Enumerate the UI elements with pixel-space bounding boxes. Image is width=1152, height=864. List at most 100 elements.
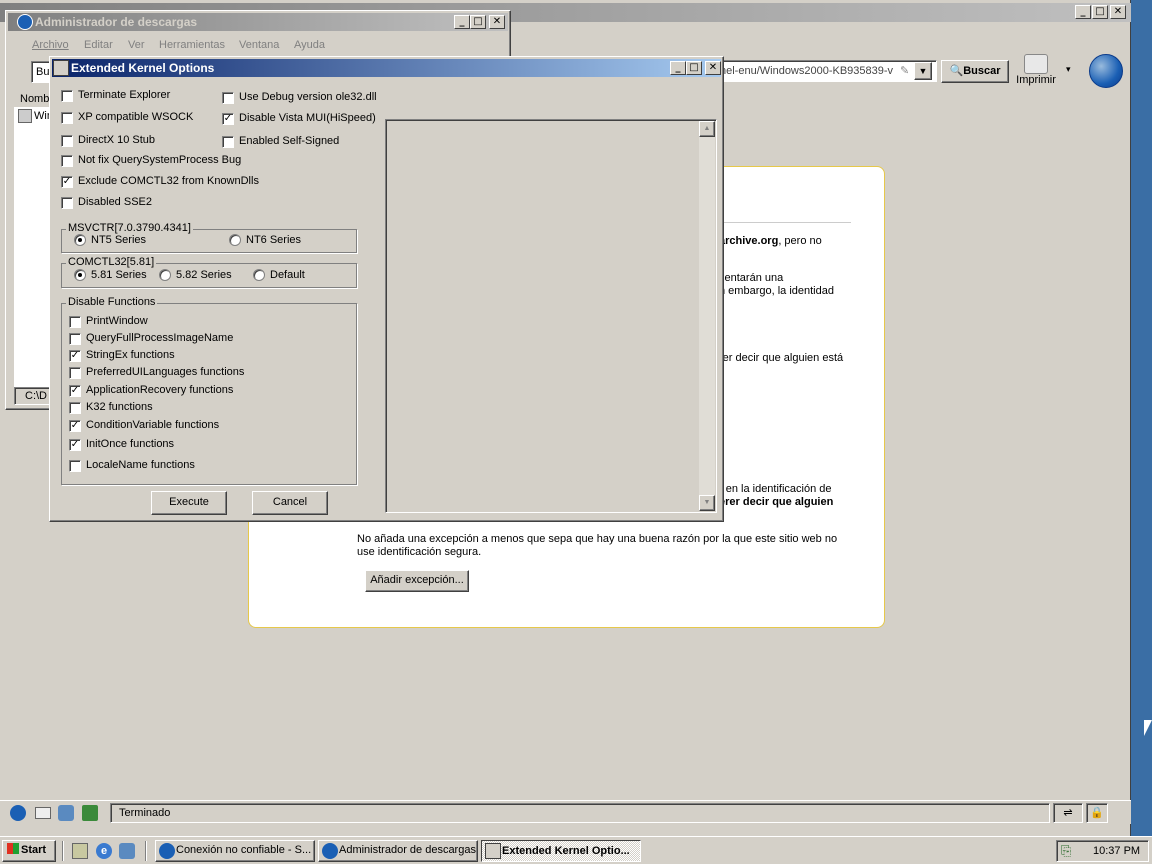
start-button[interactable]: Start xyxy=(2,840,56,862)
log-panel[interactable]: ▲ ▼ xyxy=(385,119,717,513)
dm-app-icon xyxy=(17,14,33,30)
label-stringex: StringEx functions xyxy=(86,349,175,361)
checkbox-k32[interactable] xyxy=(69,402,81,414)
print-dropdown-icon[interactable]: ▾ xyxy=(1066,64,1071,75)
page-text-1: archive.org, pero no xyxy=(719,235,822,247)
separator-line xyxy=(719,222,851,223)
radio-nt5[interactable] xyxy=(74,234,86,246)
radio-582[interactable] xyxy=(159,269,171,281)
dm-column-header[interactable]: Nombr xyxy=(14,91,54,107)
log-scrollbar[interactable]: ▲ ▼ xyxy=(699,121,715,511)
label-debug-ole32: Use Debug version ole32.dll xyxy=(239,91,377,103)
dm-maximize-button[interactable]: □ xyxy=(470,15,486,29)
scroll-down-button[interactable]: ▼ xyxy=(699,495,715,511)
cancel-button[interactable]: Cancel xyxy=(252,491,328,515)
browser-close-button[interactable]: ✕ xyxy=(1110,5,1126,19)
search-button[interactable]: 🔍Buscar xyxy=(941,60,1009,83)
page-text-2: sentarán una xyxy=(719,272,784,284)
execute-button[interactable]: Execute xyxy=(151,491,227,515)
url-dropdown-button[interactable]: ▼ xyxy=(914,62,932,80)
checkbox-printwindow[interactable] xyxy=(69,316,81,328)
dm-search-prefix: Bu xyxy=(36,66,50,78)
dm-menubar: Archivo Editar Ver Herramientas Ventana … xyxy=(10,37,490,55)
tasks-separator xyxy=(145,841,147,861)
label-conditionvariable: ConditionVariable functions xyxy=(86,419,220,431)
print-button[interactable]: Imprimir xyxy=(1012,52,1060,92)
checkbox-conditionvariable[interactable]: ✓ xyxy=(69,420,81,432)
network-tray-icon[interactable]: ⎘ xyxy=(1061,843,1077,859)
menu-ventana[interactable]: Ventana xyxy=(239,39,279,51)
file-icon xyxy=(18,109,32,123)
dm-title: Administrador de descargas xyxy=(35,15,198,29)
checkbox-disabled-sse2[interactable] xyxy=(61,197,73,209)
add-exception-button[interactable]: Añadir excepción... xyxy=(365,570,469,592)
menu-archivo[interactable]: Archivo xyxy=(32,39,69,51)
radio-581[interactable] xyxy=(74,269,86,281)
checkbox-preferreduilanguages[interactable] xyxy=(69,367,81,379)
task-browser-icon xyxy=(159,843,175,859)
comctl-group-label: COMCTL32[5.81] xyxy=(66,256,157,268)
clock[interactable]: 10:37 PM xyxy=(1093,845,1140,857)
outlook-icon[interactable] xyxy=(119,843,135,859)
dm-minimize-button[interactable]: _ xyxy=(454,15,470,29)
print-label: Imprimir xyxy=(1016,74,1056,86)
status-online-icon: ⇌ xyxy=(1053,803,1083,823)
task-download-manager[interactable]: Administrador de descargas xyxy=(318,840,478,862)
menu-ayuda[interactable]: Ayuda xyxy=(294,39,325,51)
chat-icon[interactable] xyxy=(58,805,74,821)
checkbox-not-fix-qsp[interactable] xyxy=(61,155,73,167)
task-kernel-options[interactable]: Extended Kernel Optio... xyxy=(481,840,641,862)
label-581: 5.81 Series xyxy=(91,269,147,281)
browser-maximize-button[interactable]: □ xyxy=(1092,5,1108,19)
browser-minimize-button[interactable]: _ xyxy=(1075,5,1091,19)
scroll-up-button[interactable]: ▲ xyxy=(699,121,715,137)
checkbox-xp-wsock[interactable] xyxy=(61,112,73,124)
menu-ver[interactable]: Ver xyxy=(128,39,145,51)
dialog-titlebar[interactable]: Extended Kernel Options xyxy=(52,59,721,77)
composer-icon[interactable] xyxy=(82,805,98,821)
checkbox-directx10[interactable] xyxy=(61,135,73,147)
label-default: Default xyxy=(270,269,305,281)
page-text-5: r en la identificación de xyxy=(719,483,832,495)
checkbox-disable-vista-mui[interactable]: ✓ xyxy=(222,113,234,125)
label-nt6: NT6 Series xyxy=(246,234,302,246)
checkbox-terminate-explorer[interactable] xyxy=(61,90,73,102)
status-text-panel: Terminado xyxy=(110,803,1050,823)
windows-logo-icon xyxy=(7,843,19,854)
show-desktop-icon[interactable] xyxy=(72,843,88,859)
label-xp-wsock: XP compatible WSOCK xyxy=(78,111,194,123)
label-initonce: InitOnce functions xyxy=(86,438,175,450)
dialog-maximize-button[interactable]: □ xyxy=(686,61,702,75)
dm-titlebar[interactable]: Administrador de descargas xyxy=(8,13,508,31)
radio-default[interactable] xyxy=(253,269,265,281)
mail-icon[interactable] xyxy=(35,807,51,819)
system-tray: ⎘ 10:37 PM xyxy=(1056,840,1149,862)
ie-icon[interactable]: e xyxy=(96,843,112,859)
radio-nt6[interactable] xyxy=(229,234,241,246)
kernel-options-dialog: Extended Kernel Options _ □ ✕ Terminate … xyxy=(49,56,724,522)
dialog-minimize-button[interactable]: _ xyxy=(670,61,686,75)
menu-editar[interactable]: Editar xyxy=(84,39,113,51)
warning-text: No añada una excepción a menos que sepa … xyxy=(357,533,838,558)
checkbox-queryfullprocess[interactable] xyxy=(69,333,81,345)
dialog-close-button[interactable]: ✕ xyxy=(705,61,721,75)
checkbox-stringex[interactable]: ✓ xyxy=(69,350,81,362)
menu-herramientas[interactable]: Herramientas xyxy=(159,39,225,51)
dm-list: Win xyxy=(14,107,54,387)
page-text-6: erer decir que alguien xyxy=(719,496,834,508)
checkbox-exclude-comctl32[interactable]: ✓ xyxy=(61,176,73,188)
task-conexion[interactable]: Conexión no confiable - S... xyxy=(155,840,315,862)
seamonkey-logo-icon xyxy=(1089,54,1123,88)
checkbox-localename[interactable] xyxy=(69,460,81,472)
status-icons xyxy=(10,805,100,821)
url-bar[interactable]: nel-enu/Windows2000-KB935839-v ✎ ▼ xyxy=(715,60,937,82)
dm-search-box[interactable]: Bu xyxy=(31,61,51,83)
checkbox-initonce[interactable]: ✓ xyxy=(69,439,81,451)
checkbox-applicationrecovery[interactable]: ✓ xyxy=(69,385,81,397)
label-terminate-explorer: Terminate Explorer xyxy=(78,89,171,101)
disable-functions-label: Disable Functions xyxy=(66,296,158,308)
checkbox-self-signed[interactable] xyxy=(222,136,234,148)
checkbox-debug-ole32[interactable] xyxy=(222,92,234,104)
dm-close-button[interactable]: ✕ xyxy=(489,15,505,29)
navigator-icon[interactable] xyxy=(10,805,26,821)
